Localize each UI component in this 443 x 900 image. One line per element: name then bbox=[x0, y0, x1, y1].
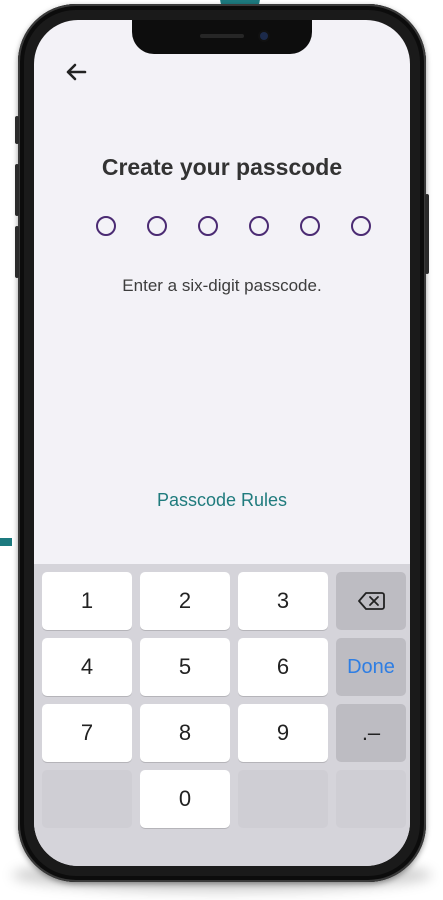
done-key[interactable]: Done bbox=[336, 638, 406, 696]
speaker-grille bbox=[200, 34, 244, 38]
passcode-rules-link[interactable]: Passcode Rules bbox=[34, 490, 410, 511]
key-4[interactable]: 4 bbox=[42, 638, 132, 696]
front-camera bbox=[260, 32, 268, 40]
key-6[interactable]: 6 bbox=[238, 638, 328, 696]
passcode-dot bbox=[300, 216, 320, 236]
side-button bbox=[15, 226, 19, 278]
back-arrow-icon bbox=[66, 63, 87, 81]
notch bbox=[132, 20, 312, 54]
numeric-keypad: 1 2 3 4 5 6 Done 7 8 9 .– 0 bbox=[34, 564, 410, 866]
passcode-dot bbox=[198, 216, 218, 236]
key-9[interactable]: 9 bbox=[238, 704, 328, 762]
app-screen: Create your passcode Enter a six-digit p… bbox=[34, 20, 410, 866]
side-button bbox=[15, 116, 19, 144]
passcode-dot bbox=[351, 216, 371, 236]
key-8[interactable]: 8 bbox=[140, 704, 230, 762]
page-title: Create your passcode bbox=[101, 154, 343, 180]
backspace-icon bbox=[358, 592, 385, 610]
key-7[interactable]: 7 bbox=[42, 704, 132, 762]
back-button[interactable] bbox=[60, 56, 92, 88]
key-3[interactable]: 3 bbox=[238, 572, 328, 630]
side-button bbox=[15, 164, 19, 216]
passcode-indicator bbox=[90, 216, 390, 240]
punctuation-key[interactable]: .– bbox=[336, 704, 406, 762]
key-5[interactable]: 5 bbox=[140, 638, 230, 696]
passcode-dot bbox=[249, 216, 269, 236]
backspace-key[interactable] bbox=[336, 572, 406, 630]
instruction-text: Enter a six-digit passcode. bbox=[122, 276, 322, 295]
decorative-teal-bar bbox=[0, 538, 12, 546]
key-0[interactable]: 0 bbox=[140, 770, 230, 828]
empty-key bbox=[42, 770, 132, 828]
empty-key bbox=[336, 770, 406, 828]
key-1[interactable]: 1 bbox=[42, 572, 132, 630]
empty-key bbox=[238, 770, 328, 828]
side-button bbox=[425, 194, 429, 274]
passcode-dot bbox=[96, 216, 116, 236]
key-2[interactable]: 2 bbox=[140, 572, 230, 630]
passcode-dot bbox=[147, 216, 167, 236]
